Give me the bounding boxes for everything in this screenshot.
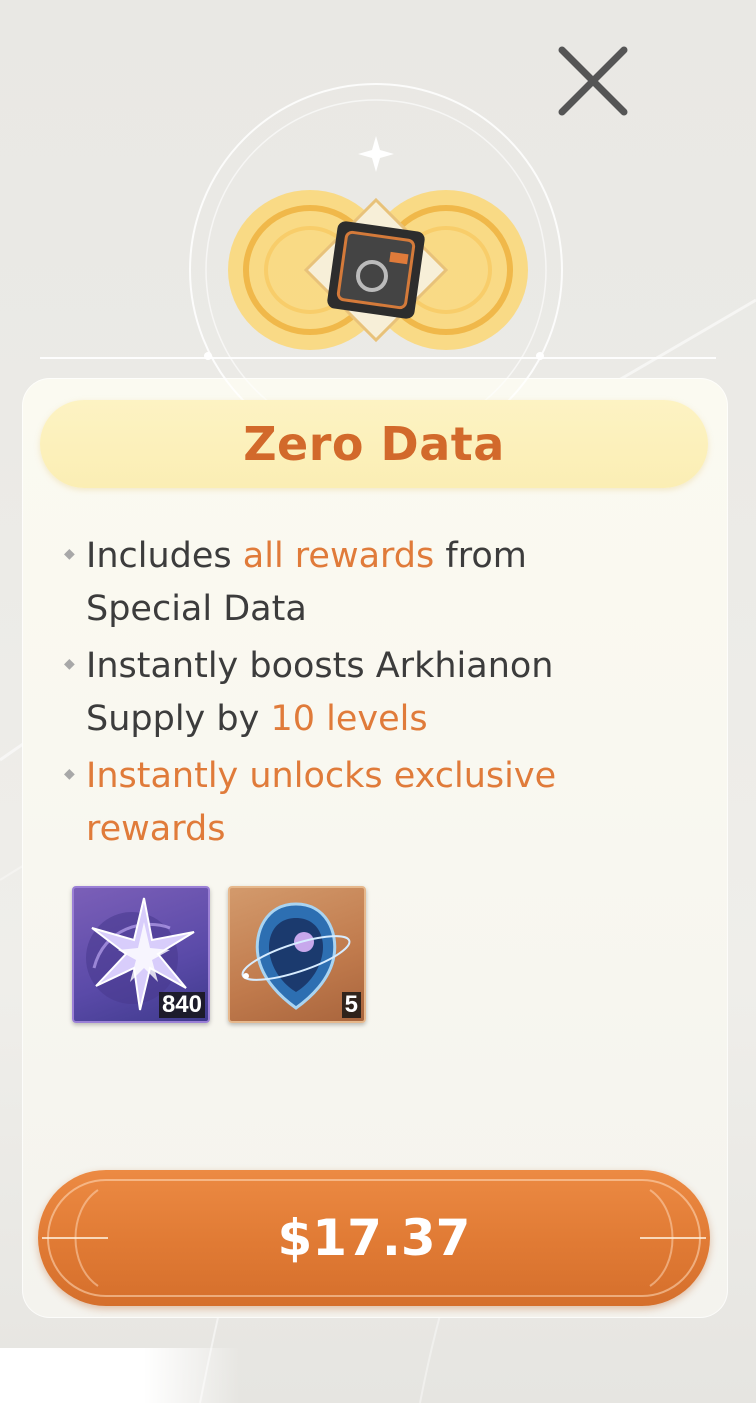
benefit-text: Instantly boosts Arkhianon: [86, 646, 554, 686]
reward-quantity: 5: [341, 992, 361, 1018]
benefit-item: ◆ Includes all rewards from Special Data: [62, 530, 662, 636]
pass-title: Zero Data: [243, 417, 505, 471]
purchase-button[interactable]: $17.37: [38, 1170, 710, 1306]
title-banner: Zero Data: [40, 400, 708, 488]
benefit-text: Supply by: [86, 699, 271, 739]
benefit-highlight: 10 levels: [270, 699, 428, 739]
reward-quantity: 840: [158, 992, 205, 1018]
bullet-diamond-icon: ◆: [64, 546, 75, 562]
bullet-diamond-icon: ◆: [64, 656, 75, 672]
benefit-item: ◆ Instantly unlocks exclusive rewards: [62, 750, 662, 856]
reward-list: 840 5: [72, 886, 366, 1023]
bullet-diamond-icon: ◆: [64, 766, 75, 782]
benefit-text: Special Data: [86, 589, 307, 629]
data-chip-emblem-icon: [189, 83, 563, 410]
reward-item-crystal[interactable]: 840: [72, 886, 210, 1023]
price-label: $17.37: [277, 1209, 471, 1267]
light-flare: [0, 1348, 240, 1403]
benefit-text: from: [434, 536, 527, 576]
benefit-text: Instantly unlocks exclusive: [86, 756, 557, 796]
reward-item-orbit-gem[interactable]: 5: [228, 886, 366, 1023]
close-x-icon[interactable]: [548, 38, 638, 128]
benefit-highlight: all rewards: [242, 536, 435, 576]
benefit-text: rewards: [86, 809, 226, 849]
benefit-item: ◆ Instantly boosts Arkhianon Supply by 1…: [62, 640, 662, 746]
benefit-list: ◆ Includes all rewards from Special Data…: [62, 530, 662, 860]
benefit-text: Includes: [86, 536, 243, 576]
